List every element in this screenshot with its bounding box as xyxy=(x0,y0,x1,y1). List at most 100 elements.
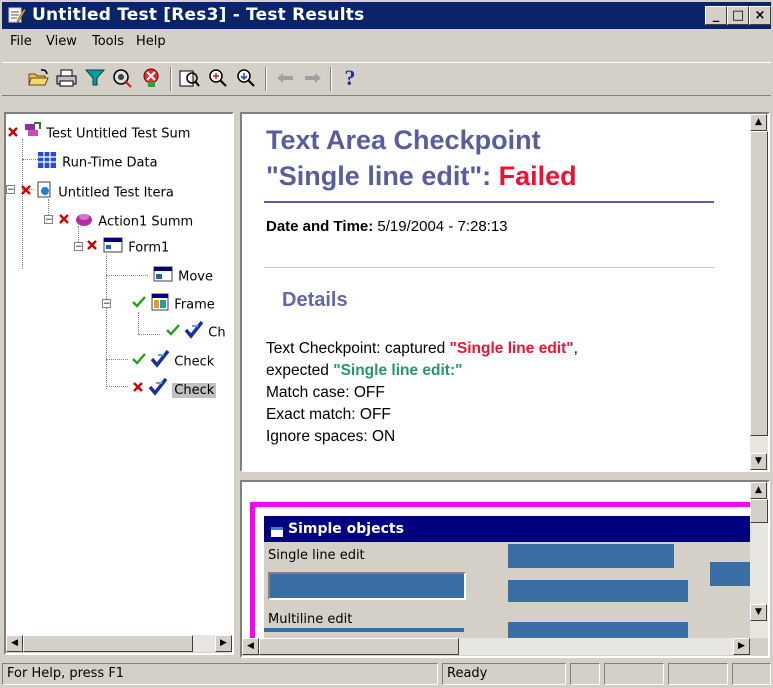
scroll-right-button[interactable]: ▶ xyxy=(215,635,232,652)
tree-item-label: Run-Time Data xyxy=(62,155,158,171)
back-icon[interactable] xyxy=(272,66,298,90)
collapse-toggle[interactable]: − xyxy=(74,242,83,252)
expected-value: "Single line edit:" xyxy=(333,362,463,379)
tree-item-label: Test Untitled Test Sum xyxy=(46,126,191,142)
tree-item[interactable]: Check xyxy=(132,349,214,370)
zoom-icon[interactable] xyxy=(177,66,203,90)
maximize-button[interactable]: □ xyxy=(727,6,749,25)
status-bar: For Help, press F1 Ready xyxy=(0,660,773,688)
detail-ignore-spaces: Ignore spaces: ON xyxy=(266,428,396,445)
report-title: Text Area Checkpoint "Single line edit":… xyxy=(266,122,577,194)
open-icon[interactable] xyxy=(26,66,52,90)
pass-check-icon xyxy=(166,324,180,342)
report-vertical-scrollbar[interactable]: ▲ ▼ xyxy=(750,114,768,470)
checkpoint-report: Text Area Checkpoint "Single line edit":… xyxy=(240,112,770,472)
results-tree[interactable]: − − − − Test Untitled Test Sum Run-Time … xyxy=(4,112,234,655)
tree-item[interactable]: Frame xyxy=(132,292,215,313)
close-button[interactable]: × xyxy=(749,6,771,25)
status-state: Ready xyxy=(442,663,566,685)
remove-icon[interactable] xyxy=(138,66,164,90)
snapshot-control xyxy=(710,562,750,586)
tree-item-selected[interactable]: Check xyxy=(132,377,217,398)
tree-item[interactable]: Move xyxy=(152,264,214,285)
report-title-line2: "Single line edit": Failed xyxy=(266,158,577,194)
tree-connector xyxy=(106,359,128,360)
tree-item[interactable]: Untitled Test Itera xyxy=(20,180,174,201)
print-icon[interactable] xyxy=(54,66,80,90)
application-snapshot: Simple objects Single line edit Multilin… xyxy=(240,480,770,658)
snapshot-window-title: Simple objects xyxy=(288,521,404,537)
test-summary-icon xyxy=(22,121,42,147)
tree-connector xyxy=(138,334,160,335)
zoom-out-icon[interactable] xyxy=(233,66,259,90)
scroll-thumb[interactable] xyxy=(259,638,459,655)
scroll-right-button[interactable]: ▶ xyxy=(733,638,750,655)
size-grip[interactable] xyxy=(732,663,771,685)
tree-item-label: Untitled Test Itera xyxy=(58,185,174,201)
menu-tools[interactable]: Tools xyxy=(92,34,124,49)
details-heading: Details xyxy=(282,289,348,311)
pass-check-icon xyxy=(132,296,146,314)
snapshot-window: Simple objects Single line edit Multilin… xyxy=(264,516,768,656)
scroll-up-button[interactable]: ▲ xyxy=(750,114,767,131)
detail-captured: Text Checkpoint: captured "Single line e… xyxy=(266,340,578,357)
snapshot-title-bar: Simple objects xyxy=(264,516,768,542)
menu-view[interactable]: View xyxy=(46,34,77,49)
tree-item[interactable]: Run-Time Data xyxy=(36,150,158,171)
action-icon xyxy=(74,209,94,235)
detail-match-case: Match case: OFF xyxy=(266,384,385,401)
captured-value: "Single line edit" xyxy=(449,340,574,357)
window-title: Untitled Test [Res3] - Test Results xyxy=(32,5,365,25)
filter-icon[interactable] xyxy=(82,66,108,90)
tree-item-label: Action1 Summ xyxy=(98,214,194,230)
scroll-thumb[interactable] xyxy=(750,499,768,523)
window-object-icon xyxy=(152,264,174,290)
fail-x-icon xyxy=(58,213,70,231)
zoom-in-icon[interactable] xyxy=(205,66,231,90)
tree-item-label: Ch xyxy=(208,325,226,341)
checkpoint-icon xyxy=(148,377,168,403)
status-indicator xyxy=(668,663,728,685)
menu-help[interactable]: Help xyxy=(136,34,166,49)
toolbar-separator xyxy=(170,67,172,91)
snapshot-control xyxy=(508,580,688,602)
title-underline xyxy=(264,201,714,203)
scroll-thumb[interactable] xyxy=(23,635,193,652)
divider xyxy=(264,267,714,268)
status-indicator xyxy=(570,663,600,685)
tree-item[interactable]: Test Untitled Test Sum xyxy=(8,121,191,142)
forward-icon[interactable] xyxy=(300,66,326,90)
scroll-up-button[interactable]: ▲ xyxy=(750,482,767,499)
collapse-toggle[interactable]: − xyxy=(44,215,53,225)
checkpoint-icon xyxy=(150,349,170,375)
scroll-left-button[interactable]: ◀ xyxy=(242,638,259,655)
tree-connector xyxy=(138,312,139,334)
fail-x-icon xyxy=(132,381,144,399)
tree-item-label: Form1 xyxy=(128,240,170,256)
find-icon[interactable] xyxy=(110,66,136,90)
snapshot-horizontal-scrollbar[interactable]: ◀ ▶ xyxy=(242,638,750,656)
collapse-toggle[interactable]: − xyxy=(6,185,15,195)
status-indicator xyxy=(604,663,664,685)
checkpoint-name: "Single line edit": xyxy=(266,161,499,191)
tree-item-label: Move xyxy=(178,269,214,285)
tree-item[interactable]: Form1 xyxy=(86,236,170,257)
toolbar-separator xyxy=(330,67,332,91)
tree-horizontal-scrollbar[interactable]: ◀ ▶ xyxy=(6,635,232,653)
help-icon[interactable]: ? xyxy=(337,65,363,90)
collapse-toggle[interactable]: − xyxy=(102,299,111,309)
title-bar[interactable]: Untitled Test [Res3] - Test Results _ □ … xyxy=(2,2,771,29)
tree-item-label: Check xyxy=(172,382,217,398)
multiline-label: Multiline edit xyxy=(268,612,353,627)
minimize-button[interactable]: _ xyxy=(705,6,727,25)
scroll-thumb[interactable] xyxy=(750,131,768,436)
scroll-down-button[interactable]: ▼ xyxy=(750,604,767,621)
tree-item[interactable]: Action1 Summ xyxy=(58,209,194,230)
menu-file[interactable]: File xyxy=(10,34,32,49)
tree-item[interactable]: Ch xyxy=(166,320,226,341)
scroll-down-button[interactable]: ▼ xyxy=(750,453,767,470)
fail-x-icon xyxy=(86,239,98,257)
snapshot-vertical-scrollbar[interactable]: ▲ ▼ xyxy=(750,482,768,638)
test-results-window: Untitled Test [Res3] - Test Results _ □ … xyxy=(0,0,773,688)
scroll-left-button[interactable]: ◀ xyxy=(6,635,23,652)
